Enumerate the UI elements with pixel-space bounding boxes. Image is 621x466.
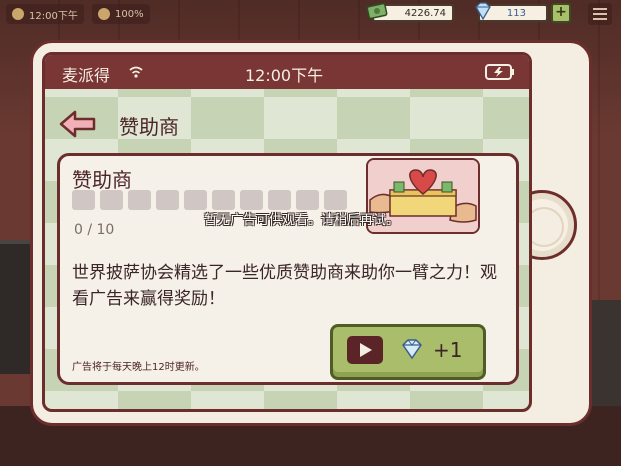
gem-value: 113	[506, 7, 526, 19]
progress-segment	[128, 190, 151, 210]
menu-button[interactable]	[588, 3, 612, 25]
progress-count: 0 / 10	[74, 222, 115, 238]
menu-icon-bar	[593, 13, 607, 15]
ad-refresh-note: 广告将于每天晚上12时更新。	[72, 362, 205, 373]
menu-icon-bar	[593, 8, 607, 10]
smiley-icon	[98, 8, 110, 20]
phone-status-bar: 麦派得 12:00下午	[45, 55, 529, 89]
carrier-name: 麦派得	[62, 66, 111, 85]
progress-segment	[268, 190, 291, 210]
watch-ad-button[interactable]: +1	[330, 324, 486, 380]
progress-segment	[100, 190, 123, 210]
page-title: 赞助商	[119, 115, 179, 139]
progress-segment	[184, 190, 207, 210]
progress-segment	[72, 190, 95, 210]
play-icon	[347, 336, 383, 364]
hud-time: 12:00下午	[6, 4, 84, 24]
card-title: 赞助商	[72, 168, 132, 192]
battery-icon	[485, 64, 514, 80]
back-arrow-icon[interactable]	[59, 109, 97, 139]
ad-progress-bar	[72, 190, 347, 210]
progress-segment	[156, 190, 179, 210]
progress-segment	[324, 190, 347, 210]
hud-mood-label: 100%	[115, 8, 144, 20]
sponsor-description: 世界披萨协会精选了一些优质赞助商来助你一臂之力！观看广告来赢得奖励！	[72, 263, 497, 309]
add-gems-button[interactable]: +	[551, 3, 571, 23]
gem-icon	[475, 2, 491, 21]
hud-time-label: 12:00下午	[29, 10, 78, 22]
hud-mood: 100%	[92, 4, 150, 24]
cash-value: 4226.74	[404, 7, 446, 19]
wifi-icon	[129, 66, 143, 78]
phone-screen: 麦派得 12:00下午 赞助商 赞助商 0 / 10 暂无广告可供观看。请稍后再…	[42, 52, 532, 412]
cash-icon	[366, 2, 388, 20]
status-clock: 12:00下午	[245, 66, 324, 85]
clock-icon	[12, 8, 24, 20]
menu-icon-bar	[593, 18, 607, 20]
reward-amount: +1	[433, 338, 463, 362]
progress-segment	[240, 190, 263, 210]
progress-segment	[296, 190, 319, 210]
sponsor-card: 赞助商 0 / 10 暂无广告可供观看。请稍后再试。 世界披萨协会精选了一些优质…	[57, 153, 519, 385]
progress-segment	[212, 190, 235, 210]
gem-icon	[402, 339, 422, 360]
no-ads-toast: 暂无广告可供观看。请稍后再试。	[204, 213, 400, 228]
